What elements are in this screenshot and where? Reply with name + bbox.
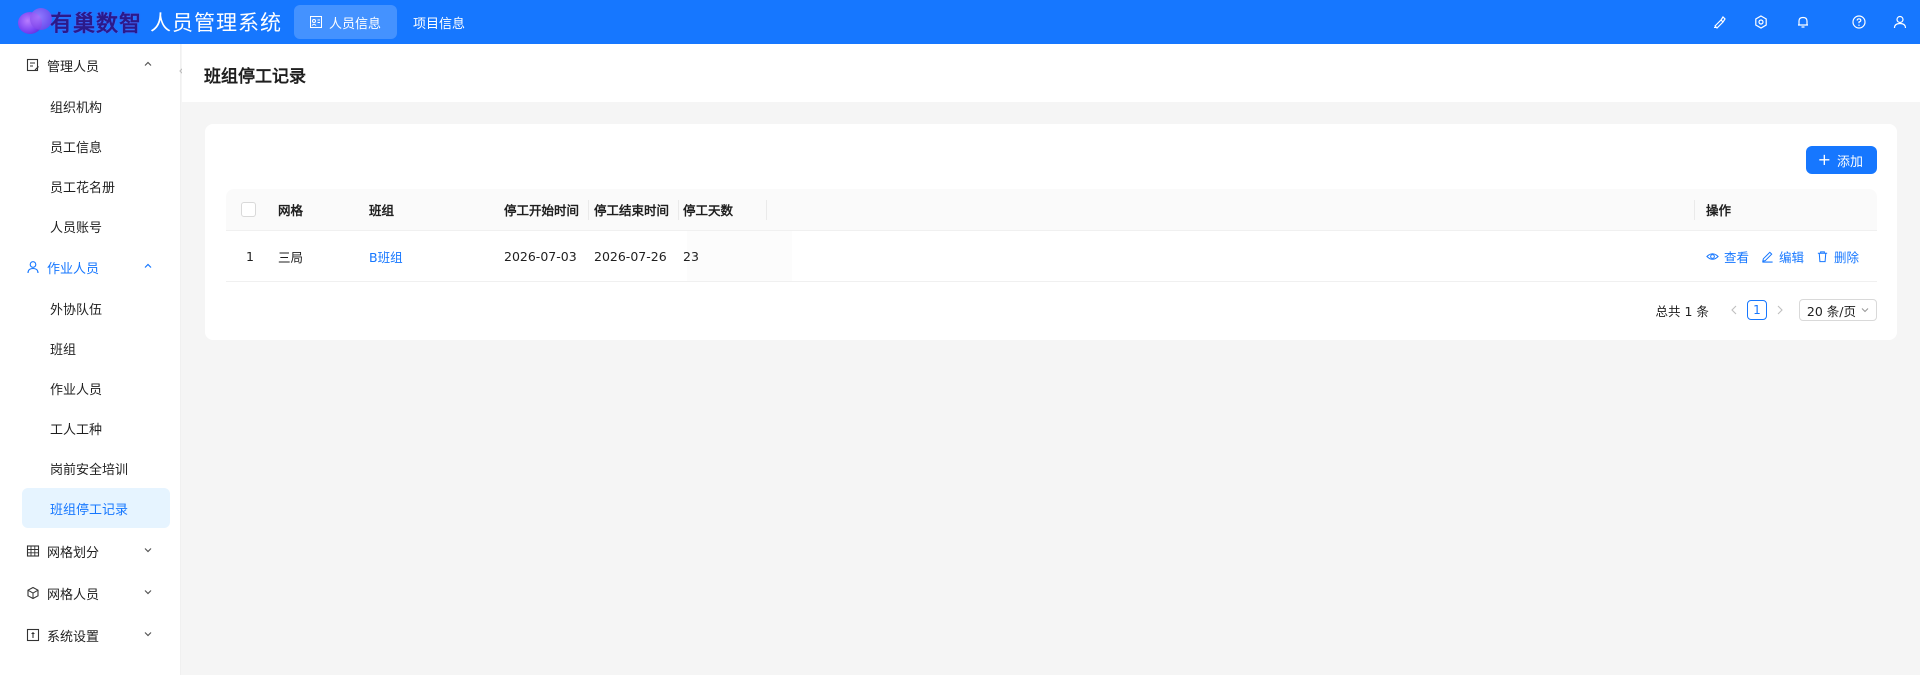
sidebar-item-team-stoppage-records[interactable]: 班组停工记录 bbox=[22, 488, 170, 528]
brush-icon[interactable] bbox=[1698, 0, 1740, 44]
sidebar-item-safety-training[interactable]: 岗前安全培训 bbox=[0, 448, 180, 488]
setting-box-icon bbox=[26, 628, 40, 642]
trash-icon bbox=[1817, 250, 1828, 262]
bell-icon[interactable] bbox=[1782, 0, 1824, 44]
column-divider bbox=[1694, 200, 1695, 220]
content-card: + 添加 网格 班组 停工开始时间 停工结束时间 停工天数 操作 1 三局 B班… bbox=[205, 124, 1897, 340]
chevron-down-icon bbox=[1861, 308, 1869, 313]
next-page-button[interactable] bbox=[1769, 299, 1791, 321]
delete-button-label: 删除 bbox=[1834, 249, 1860, 265]
eye-icon bbox=[1706, 252, 1719, 260]
table-header: 网格 班组 停工开始时间 停工结束时间 停工天数 操作 bbox=[226, 189, 1877, 231]
column-header-start-time[interactable]: 停工开始时间 bbox=[504, 189, 579, 230]
column-header-actions: 操作 bbox=[1706, 203, 1732, 218]
tab-project-info[interactable]: 项目信息 bbox=[397, 5, 481, 39]
header-select-all-cell bbox=[241, 189, 256, 230]
column-header-end-time[interactable]: 停工结束时间 bbox=[594, 189, 669, 230]
tab-personnel-info-label: 人员信息 bbox=[329, 16, 382, 32]
chevron-up-icon bbox=[144, 61, 152, 66]
row-actions: 查看 编辑 删除 bbox=[1706, 231, 1871, 281]
chevron-down-icon bbox=[144, 590, 152, 595]
menu-group-system-settings[interactable]: 系统设置 bbox=[0, 614, 180, 656]
cube-icon bbox=[26, 586, 40, 600]
column-divider bbox=[588, 200, 589, 220]
user-icon[interactable] bbox=[1880, 0, 1920, 44]
user-icon bbox=[26, 260, 40, 274]
menu-group-label: 网格人员 bbox=[47, 587, 100, 603]
column-header-team[interactable]: 班组 bbox=[369, 189, 394, 230]
menu-group-label: 管理人员 bbox=[47, 59, 100, 75]
edit-icon bbox=[1762, 251, 1773, 263]
sidebar-item-contractor-teams[interactable]: 外协队伍 bbox=[0, 288, 180, 328]
edit-button-label: 编辑 bbox=[1779, 249, 1805, 265]
view-button[interactable]: 查看 bbox=[1706, 247, 1749, 266]
menu-group-label: 作业人员 bbox=[47, 261, 100, 277]
chevron-up-icon bbox=[144, 263, 152, 268]
row-highlight bbox=[687, 231, 792, 281]
top-header: 有巢数智 人员管理系统 人员信息 项目信息 bbox=[0, 0, 1920, 44]
brand-mark-icon bbox=[16, 6, 58, 38]
chevron-down-icon bbox=[144, 548, 152, 553]
delete-button[interactable]: 删除 bbox=[1816, 247, 1859, 266]
help-icon[interactable] bbox=[1838, 0, 1880, 44]
add-button[interactable]: + 添加 bbox=[1805, 146, 1877, 174]
cell-team-link[interactable]: B班组 bbox=[369, 231, 403, 281]
menu-group-label: 网格划分 bbox=[47, 545, 100, 561]
sidebar-item-operators[interactable]: 作业人员 bbox=[0, 368, 180, 408]
pagination: 总共 1 条 1 20 条/页 bbox=[1655, 299, 1877, 321]
chevron-right-icon bbox=[1777, 305, 1783, 315]
view-button-label: 查看 bbox=[1724, 249, 1750, 265]
sidebar-item-teams[interactable]: 班组 bbox=[0, 328, 180, 368]
sidebar-item-employee-roster[interactable]: 员工花名册 bbox=[0, 166, 180, 206]
sidebar-item-org-structure[interactable]: 组织机构 bbox=[0, 86, 180, 126]
form-icon bbox=[26, 58, 40, 72]
prev-page-button[interactable] bbox=[1723, 299, 1745, 321]
column-header-grid[interactable]: 网格 bbox=[278, 189, 303, 230]
column-divider bbox=[678, 200, 679, 220]
tab-personnel-info[interactable]: 人员信息 bbox=[294, 5, 398, 39]
chevron-down-icon bbox=[144, 632, 152, 637]
sidebar-item-employee-info[interactable]: 员工信息 bbox=[0, 126, 180, 166]
brand-logo[interactable]: 有巢数智 人员管理系统 bbox=[0, 0, 282, 44]
page-size-value: 20 条/页 bbox=[1806, 303, 1856, 319]
tab-project-info-label: 项目信息 bbox=[413, 16, 466, 32]
menu-group-grid-personnel[interactable]: 网格人员 bbox=[0, 572, 180, 614]
id-card-icon bbox=[310, 16, 323, 28]
edit-button[interactable]: 编辑 bbox=[1761, 247, 1804, 266]
page-number-button[interactable]: 1 bbox=[1746, 300, 1767, 320]
top-nav: 人员信息 项目信息 bbox=[294, 5, 481, 39]
plus-icon: + bbox=[1817, 150, 1831, 169]
column-divider bbox=[766, 200, 767, 220]
column-header-days[interactable]: 停工天数 bbox=[683, 189, 733, 230]
system-title: 人员管理系统 bbox=[150, 11, 283, 35]
cell-days: 23 bbox=[683, 248, 699, 264]
gear-icon[interactable] bbox=[1740, 0, 1782, 44]
sidebar-item-work-types[interactable]: 工人工种 bbox=[0, 408, 180, 448]
select-all-checkbox[interactable] bbox=[241, 202, 256, 217]
menu-group-operators[interactable]: 作业人员 bbox=[0, 246, 180, 288]
row-index: 1 bbox=[246, 248, 254, 264]
cell-start-time: 2026-07-03 bbox=[504, 248, 577, 264]
add-button-label: 添加 bbox=[1836, 154, 1863, 170]
sidebar: 管理人员 组织机构 员工信息 员工花名册 人员账号 作业人员 外协队伍 班组 作… bbox=[0, 44, 181, 675]
menu-group-grid-division[interactable]: 网格划分 bbox=[0, 530, 180, 572]
pagination-total: 总共 1 条 bbox=[1655, 303, 1709, 319]
menu-group-management-staff[interactable]: 管理人员 bbox=[0, 44, 180, 86]
cell-end-time: 2026-07-26 bbox=[594, 248, 667, 264]
table-icon bbox=[26, 544, 40, 558]
header-actions bbox=[1698, 0, 1920, 44]
page-header: 班组停工记录 bbox=[182, 44, 1920, 102]
page-size-select[interactable]: 20 条/页 bbox=[1798, 299, 1877, 321]
chevron-left-icon bbox=[1731, 305, 1737, 315]
brand-name: 有巢数智 bbox=[50, 12, 143, 37]
sidebar-item-personnel-accounts[interactable]: 人员账号 bbox=[0, 206, 180, 246]
page-title: 班组停工记录 bbox=[204, 67, 306, 87]
table-row: 1 三局 B班组 2026-07-03 2026-07-26 23 查看 编辑 … bbox=[226, 231, 1877, 282]
data-table: 网格 班组 停工开始时间 停工结束时间 停工天数 操作 1 三局 B班组 202… bbox=[226, 189, 1877, 282]
menu-group-label: 系统设置 bbox=[47, 629, 100, 645]
cell-grid: 三局 bbox=[278, 249, 304, 265]
